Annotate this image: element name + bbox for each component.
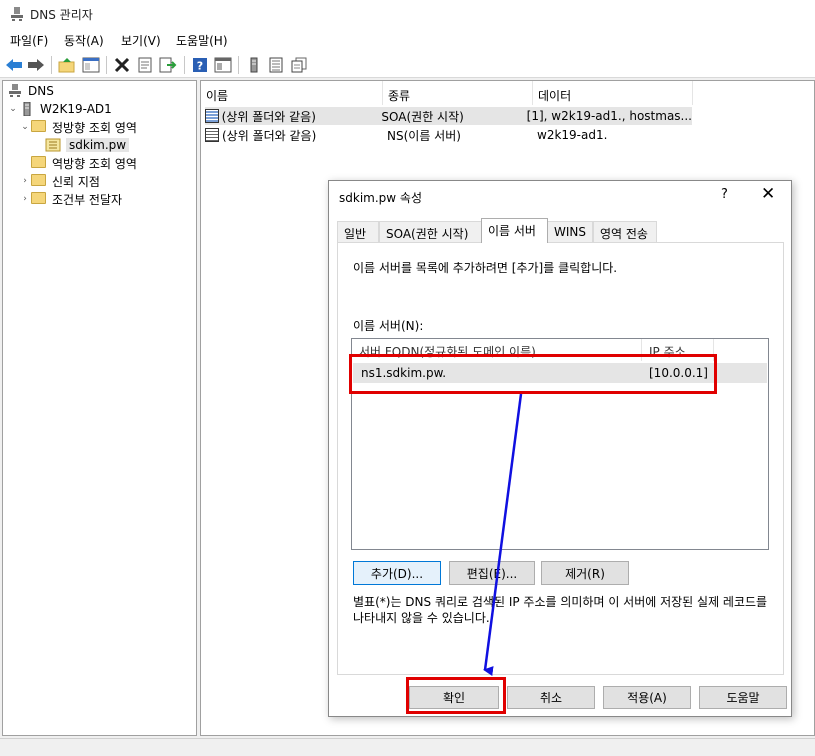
close-icon[interactable]: ✕ — [761, 184, 775, 204]
menu-view[interactable]: 보기(V) — [121, 32, 161, 49]
tree-label-dns: DNS — [28, 84, 54, 98]
export-icon[interactable] — [158, 55, 178, 75]
folder-icon — [31, 120, 47, 134]
tree-label-conditional-forwarders: 조건부 전달자 — [52, 192, 123, 207]
remove-button[interactable]: 제거(R) — [541, 561, 629, 585]
ns-fqdn: ns1.sdkim.pw. — [361, 366, 447, 380]
tree-item-reverse-zones[interactable]: 역방향 조회 영역 — [31, 154, 137, 172]
table-row[interactable]: (상위 폴더와 같음) SOA(권한 시작) [1], w2k19-ad1., … — [205, 107, 692, 125]
dns-app-icon — [11, 7, 23, 21]
zone-icon — [45, 138, 61, 152]
ns-ip: [10.0.0.1] — [649, 366, 708, 380]
tree-item-server[interactable]: ⌄ W2K19-AD1 — [7, 100, 112, 118]
note-text: 별표(*)는 DNS 쿼리로 검색된 IP 주소를 의미하며 이 서버에 저장된… — [353, 595, 768, 625]
tree-label-trust-points: 신뢰 지점 — [52, 174, 100, 189]
soa-record-icon — [205, 109, 219, 123]
tree-label-reverse-zones: 역방향 조회 영역 — [52, 156, 137, 171]
row-name: (상위 폴더와 같음) — [222, 128, 317, 143]
cancel-button[interactable]: 취소 — [507, 686, 595, 709]
tree-label-zone: sdkim.pw — [66, 138, 130, 152]
column-fqdn[interactable]: 서버 FQDN(정규화된 도메인 이름) — [352, 339, 642, 361]
apply-button[interactable]: 적용(A) — [603, 686, 691, 709]
chevron-right-icon[interactable]: › — [19, 176, 31, 186]
tree-item-dns[interactable]: DNS — [7, 82, 54, 100]
column-type[interactable]: 종류 — [383, 81, 533, 105]
add-button[interactable]: 추가(D)... — [353, 561, 441, 585]
forward-icon[interactable] — [26, 55, 46, 75]
column-name[interactable]: 이름 — [201, 81, 383, 105]
tree-label-forward-zones: 정방향 조회 영역 — [52, 120, 137, 135]
menu-bar: 파일(F) 동작(A) 보기(V) 도움말(H) — [0, 28, 815, 52]
row-data: [1], w2k19-ad1., hostmas... — [526, 109, 692, 123]
table-row[interactable]: (상위 폴더와 같음) NS(이름 서버) w2k19-ad1. — [205, 126, 692, 144]
row-type: NS(이름 서버) — [387, 128, 461, 143]
status-bar — [0, 738, 815, 756]
server-icon[interactable] — [244, 55, 264, 75]
tree-item-conditional-forwarders[interactable]: › 조건부 전달자 — [19, 190, 122, 208]
name-servers-label: 이름 서버(N): — [353, 319, 424, 333]
column-data[interactable]: 데이터 — [533, 81, 693, 105]
window-title: DNS 관리자 — [30, 8, 93, 22]
menu-help[interactable]: 도움말(H) — [176, 32, 228, 49]
properties-icon[interactable] — [135, 55, 155, 75]
help-icon[interactable]: ? — [721, 187, 728, 202]
ns-record-icon — [205, 128, 219, 142]
tab-name-servers[interactable]: 이름 서버 — [481, 218, 548, 243]
row-name: (상위 폴더와 같음) — [221, 109, 316, 124]
column-ip[interactable]: IP 주소 — [642, 339, 714, 361]
help-icon[interactable]: ? — [190, 55, 210, 75]
folder-icon — [31, 192, 47, 206]
toolbar: ? — [0, 52, 815, 78]
back-icon[interactable] — [4, 55, 24, 75]
console-tree-icon[interactable] — [81, 55, 101, 75]
instruction-text: 이름 서버를 목록에 추가하려면 [추가]를 클릭합니다. — [353, 261, 618, 275]
ok-button[interactable]: 확인 — [409, 686, 499, 709]
edit-button[interactable]: 편집(E)... — [449, 561, 535, 585]
menu-action[interactable]: 동작(A) — [64, 32, 104, 49]
up-folder-icon[interactable] — [57, 55, 77, 75]
menu-file[interactable]: 파일(F) — [10, 32, 48, 49]
server-icon — [23, 102, 31, 116]
tree-label-server: W2K19-AD1 — [40, 102, 112, 116]
svg-text:?: ? — [197, 60, 203, 73]
tab-soa[interactable]: SOA(권한 시작) — [379, 221, 482, 242]
tab-general[interactable]: 일반 — [337, 221, 379, 242]
copy-icon[interactable] — [289, 55, 309, 75]
tree-item-zone[interactable]: sdkim.pw — [45, 136, 130, 154]
tree-item-forward-zones[interactable]: ⌄ 정방향 조회 영역 — [19, 118, 137, 136]
folder-icon — [31, 156, 47, 170]
dialog-title: sdkim.pw 속성 — [339, 191, 422, 205]
folder-icon — [31, 174, 47, 188]
delete-icon[interactable] — [112, 55, 132, 75]
tree-item-trust-points[interactable]: › 신뢰 지점 — [19, 172, 100, 190]
row-type: SOA(권한 시작) — [381, 109, 464, 124]
title-bar: DNS 관리자 — [0, 0, 815, 28]
chevron-down-icon[interactable]: ⌄ — [7, 104, 19, 114]
list-item[interactable]: ns1.sdkim.pw. [10.0.0.1] — [353, 363, 767, 383]
tab-zone-transfers[interactable]: 영역 전송 — [593, 221, 657, 242]
chevron-down-icon[interactable]: ⌄ — [19, 122, 31, 132]
zone-properties-dialog: sdkim.pw 속성 ? ✕ 일반 SOA(권한 시작) 이름 서버 WINS… — [328, 180, 792, 717]
view-icon[interactable] — [213, 55, 233, 75]
name-servers-list[interactable]: 서버 FQDN(정규화된 도메인 이름) IP 주소 ns1.sdkim.pw.… — [351, 338, 769, 550]
row-data: w2k19-ad1. — [537, 128, 608, 142]
tab-wins[interactable]: WINS — [547, 221, 593, 242]
chevron-right-icon[interactable]: › — [19, 194, 31, 204]
record-icon[interactable] — [266, 55, 286, 75]
dns-icon — [9, 84, 21, 97]
dialog-help-button[interactable]: 도움말 — [699, 686, 787, 709]
console-tree: DNS ⌄ W2K19-AD1 ⌄ 정방향 조회 영역 sdkim.pw 역방향… — [2, 80, 197, 736]
